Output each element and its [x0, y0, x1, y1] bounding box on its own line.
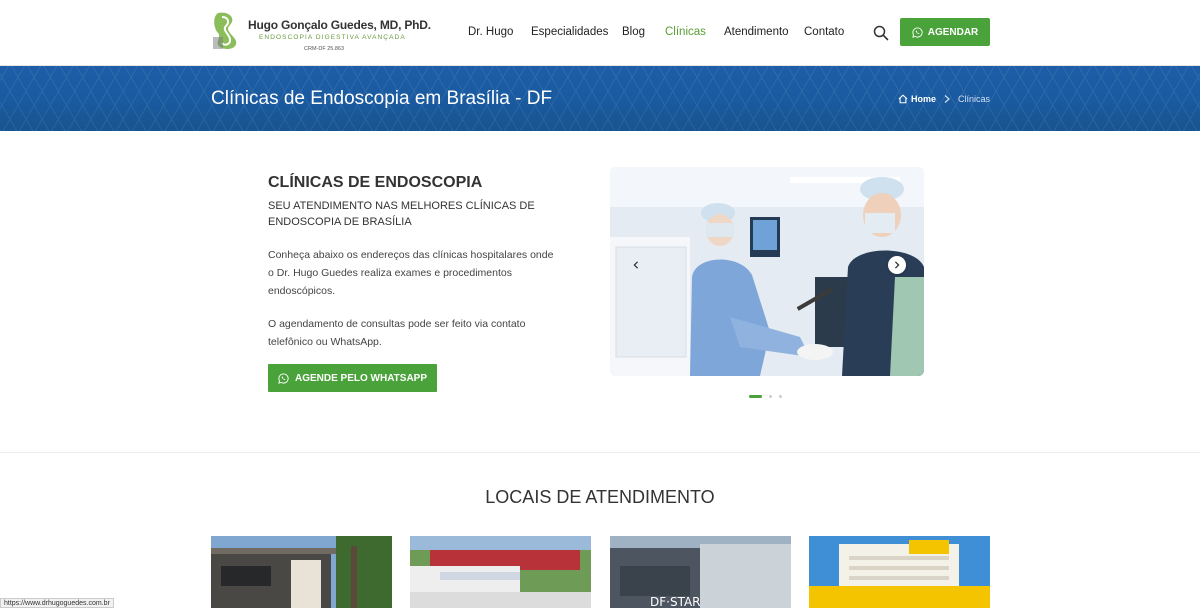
chevron-right-icon: [944, 95, 950, 103]
locais-section-title: LOCAIS DE ATENDIMENTO: [485, 487, 715, 507]
clinic-card-1[interactable]: [211, 536, 392, 608]
intro-paragraph-1: Conheça abaixo os endereços das clínicas…: [268, 249, 554, 297]
clinic-card-4[interactable]: [809, 536, 990, 608]
chevron-right-icon: [894, 261, 900, 269]
clinic-photo-3: DF·STAR: [610, 536, 791, 608]
whatsapp-schedule-button[interactable]: AGENDE PELO WHATSAPP: [268, 364, 437, 392]
home-icon: [898, 94, 908, 104]
breadcrumb-current: Clínicas: [957, 94, 990, 104]
status-bar-url: https://www.drhugoguedes.com.br: [0, 598, 114, 608]
logo-subtitle: ENDOSCOPIA DIGESTIVA AVANÇADA: [259, 34, 406, 41]
whatsapp-schedule-button-label: AGENDE PELO WHATSAPP: [294, 372, 428, 384]
whatsapp-icon: [911, 26, 923, 38]
carousel-slide-image: [610, 167, 924, 376]
carousel-next-button[interactable]: [888, 256, 906, 274]
clinic-photo-4: [809, 536, 990, 608]
clinic-card-3[interactable]: DF·STAR: [610, 536, 791, 608]
nav-item-dr-hugo[interactable]: Dr. Hugo: [468, 26, 513, 38]
nav-item-clinicas[interactable]: Clínicas: [665, 26, 706, 38]
image-carousel[interactable]: [610, 167, 924, 376]
carousel-dot-2[interactable]: [769, 395, 772, 398]
breadcrumb-home[interactable]: Home: [898, 94, 936, 104]
intro-title: CLÍNICAS DE ENDOSCOPIA: [268, 174, 483, 191]
intro-subtitle: SEU ATENDIMENTO NAS MELHORES CLÍNICAS DE…: [268, 200, 535, 228]
page-banner: Clínicas de Endoscopia em Brasília - DF …: [0, 66, 1200, 131]
page-title: Clínicas de Endoscopia em Brasília - DF: [211, 88, 553, 109]
clinic-photo-1: [211, 536, 392, 608]
site-header: Hugo Gonçalo Guedes, MD, PhD. ENDOSCOPIA…: [0, 0, 1200, 66]
agendar-button[interactable]: AGENDAR: [900, 18, 990, 46]
clinic-card-2[interactable]: [410, 536, 591, 608]
logo-icon: [213, 12, 237, 50]
banner-pattern: [0, 66, 1200, 131]
chevron-left-icon: [633, 261, 639, 269]
search-button[interactable]: [873, 25, 889, 41]
breadcrumb: Home Clínicas: [898, 94, 990, 104]
nav-item-blog[interactable]: Blog: [622, 26, 645, 38]
clinic-photo-3-sign: DF·STAR: [650, 595, 701, 608]
agendar-button-label: AGENDAR: [927, 26, 979, 38]
nav-item-atendimento[interactable]: Atendimento: [724, 26, 789, 38]
intro-paragraph-2: O agendamento de consultas pode ser feit…: [268, 318, 526, 348]
logo-crm: CRM-DF 25.863: [304, 46, 345, 52]
section-divider: [0, 452, 1200, 453]
nav-item-especialidades[interactable]: Especialidades: [531, 26, 608, 38]
nav-item-contato[interactable]: Contato: [804, 26, 844, 38]
breadcrumb-home-label: Home: [910, 94, 936, 104]
carousel-dot-3[interactable]: [779, 395, 782, 398]
search-icon: [873, 25, 889, 41]
carousel-dot-1[interactable]: [749, 395, 762, 398]
clinic-photo-2: [410, 536, 591, 608]
whatsapp-icon: [278, 372, 289, 384]
carousel-prev-button[interactable]: [627, 256, 645, 274]
logo-name: Hugo Gonçalo Guedes, MD, PhD.: [248, 18, 431, 32]
site-logo[interactable]: Hugo Gonçalo Guedes, MD, PhD. ENDOSCOPIA…: [212, 9, 431, 55]
